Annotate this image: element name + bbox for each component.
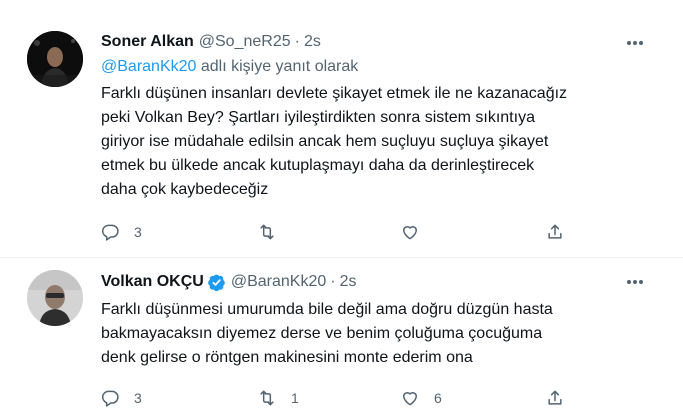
avatar[interactable]: [27, 31, 83, 87]
separator-dot: ·: [330, 273, 336, 290]
replying-to-mention-link[interactable]: @BaranKk20: [101, 58, 196, 75]
tweet-text-line: peki Volkan Bey? Şartları iyileştirdikte…: [101, 109, 535, 126]
replying-to: @BaranKk20 adlı kişiye yanıt olarak: [101, 58, 358, 76]
tweet-actions: 3: [100, 220, 570, 244]
replying-to-suffix: adlı kişiye yanıt olarak: [200, 58, 359, 75]
tweet-header: Soner Alkan @So_neR25 · 2s: [101, 31, 321, 53]
retweet-icon: [260, 390, 274, 406]
tweet-text-line: denk gelirse o röntgen makinesini monte …: [101, 349, 473, 366]
tweet-text: Farklı düşünmesi umurumda bile değil ama…: [101, 298, 661, 370]
like-icon: [403, 226, 417, 240]
more-options-button[interactable]: [623, 33, 647, 53]
verified-badge-icon: [207, 273, 226, 292]
tweet-text-line: giriyor ise müdahale edilsin ancak hem s…: [101, 133, 549, 150]
avatar-photo: [27, 31, 83, 87]
author-handle[interactable]: @BaranKk20: [231, 273, 326, 291]
tweet-actions: 3 1 6: [100, 386, 570, 410]
tweet-text-line: Farklı düşünen insanları devlete şikayet…: [101, 85, 568, 102]
share-icon: [548, 390, 562, 405]
timestamp[interactable]: 2s: [340, 273, 357, 291]
reply-icon: [101, 390, 119, 407]
tweet-text-line: etmek bu ülkede ancak kutuplaşmayı daha …: [101, 157, 535, 174]
share-icon: [548, 224, 562, 239]
like-button[interactable]: [400, 220, 434, 244]
author-name[interactable]: Volkan OKÇU: [101, 273, 204, 291]
tweet-text-line: bakmayacaksın diyemez derse ve benim çol…: [101, 325, 543, 342]
separator-dot: ·: [294, 33, 300, 50]
reply-count: 3: [134, 224, 142, 240]
more-options-button[interactable]: [623, 272, 647, 292]
tweet-header: Volkan OKÇU @BaranKk20 · 2s: [101, 271, 356, 293]
share-button[interactable]: [545, 386, 565, 410]
retweet-button[interactable]: 1: [257, 386, 299, 410]
timestamp[interactable]: 2s: [304, 33, 321, 51]
tweet-text: Farklı düşünen insanları devlete şikayet…: [101, 82, 661, 202]
avatar[interactable]: [27, 270, 83, 326]
reply-icon: [101, 224, 119, 241]
avatar-photo: [27, 270, 83, 326]
retweet-button[interactable]: [257, 220, 291, 244]
like-button[interactable]: 6: [400, 386, 442, 410]
share-button[interactable]: [545, 220, 565, 244]
tweet-text-line: Farklı düşünmesi umurumda bile değil ama…: [101, 301, 553, 318]
tweet[interactable]: Soner Alkan @So_neR25 · 2s @BaranKk20 ad…: [0, 0, 683, 258]
retweet-icon: [260, 224, 274, 240]
tweet-text-line: daha çok kaybedeceğiz: [101, 181, 269, 198]
author-name[interactable]: Soner Alkan: [101, 33, 194, 51]
more-icon: [627, 41, 643, 45]
like-icon: [403, 392, 417, 406]
more-icon: [627, 280, 643, 284]
tweet[interactable]: Volkan OKÇU @BaranKk20 · 2s Farklı düşün…: [0, 258, 683, 416]
author-handle[interactable]: @So_neR25: [199, 33, 291, 51]
like-count: 6: [434, 390, 442, 406]
retweet-count: 1: [291, 390, 299, 406]
reply-button[interactable]: 3: [100, 220, 142, 244]
reply-button[interactable]: 3: [100, 386, 142, 410]
reply-count: 3: [134, 390, 142, 406]
